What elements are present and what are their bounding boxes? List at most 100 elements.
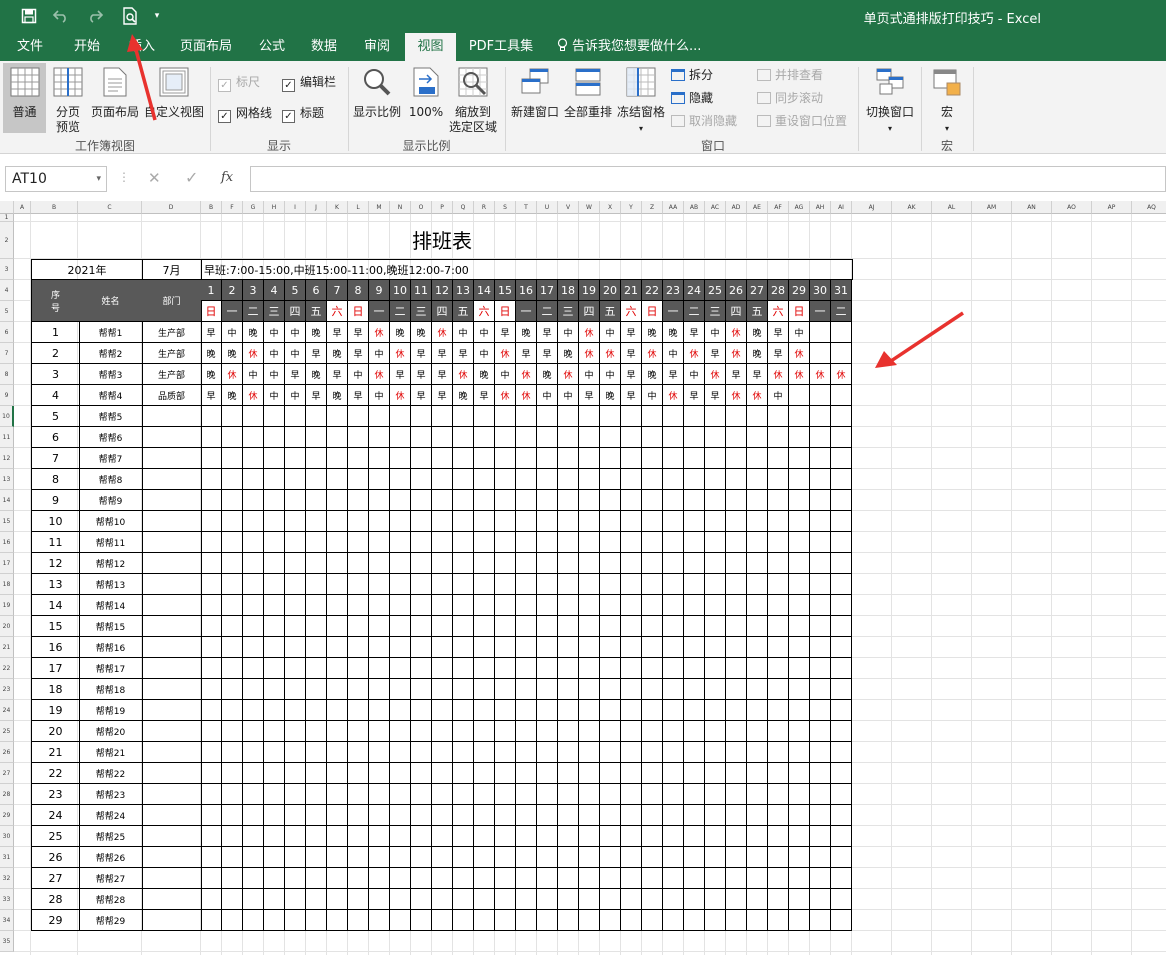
shift-cell[interactable] xyxy=(432,637,453,658)
day-number-header[interactable]: 13 xyxy=(453,280,474,301)
shift-cell[interactable] xyxy=(264,658,285,679)
shift-cell[interactable] xyxy=(684,511,705,532)
shift-cell[interactable] xyxy=(558,448,579,469)
shift-cell[interactable] xyxy=(789,574,810,595)
shift-cell[interactable] xyxy=(285,553,306,574)
shift-cell[interactable] xyxy=(810,742,831,763)
shift-cell[interactable] xyxy=(516,826,537,847)
row-header[interactable]: 1 xyxy=(0,214,14,222)
shift-cell[interactable] xyxy=(789,595,810,616)
day-number-header[interactable]: 11 xyxy=(411,280,432,301)
dept-cell[interactable] xyxy=(142,574,202,595)
shift-cell[interactable] xyxy=(789,406,810,427)
shift-cell[interactable] xyxy=(621,469,642,490)
shift-cell[interactable] xyxy=(663,406,684,427)
day-number-header[interactable]: 26 xyxy=(726,280,747,301)
shift-cell[interactable] xyxy=(621,595,642,616)
shift-cell[interactable]: 早 xyxy=(621,385,642,406)
shift-cell[interactable] xyxy=(810,385,831,406)
shift-cell[interactable]: 早 xyxy=(348,385,369,406)
column-header[interactable]: AA xyxy=(663,201,684,214)
shift-cell[interactable] xyxy=(600,574,621,595)
name-box[interactable]: AT10 ▾ xyxy=(5,166,107,192)
shift-cell[interactable] xyxy=(516,721,537,742)
shift-cell[interactable] xyxy=(558,910,579,931)
shift-cell[interactable] xyxy=(810,679,831,700)
shift-cell[interactable] xyxy=(369,658,390,679)
name-cell[interactable]: 帮帮5 xyxy=(79,406,143,427)
shift-cell[interactable] xyxy=(222,763,243,784)
shift-cell[interactable] xyxy=(201,595,222,616)
shift-cell[interactable] xyxy=(789,742,810,763)
shift-cell[interactable] xyxy=(831,385,852,406)
weekday-header[interactable]: 一 xyxy=(516,301,537,322)
shift-cell[interactable]: 中 xyxy=(579,364,600,385)
shift-cell[interactable]: 早 xyxy=(201,385,222,406)
shift-cell[interactable] xyxy=(201,490,222,511)
shift-cell[interactable] xyxy=(243,511,264,532)
shift-cell[interactable] xyxy=(621,868,642,889)
row-header[interactable]: 30 xyxy=(0,826,14,847)
shift-cell[interactable] xyxy=(243,448,264,469)
zoom-button[interactable]: 显示比例 xyxy=(352,63,402,133)
shift-cell[interactable]: 早 xyxy=(684,385,705,406)
shift-cell[interactable] xyxy=(726,448,747,469)
shift-cell[interactable] xyxy=(579,469,600,490)
shift-cell[interactable] xyxy=(453,553,474,574)
shift-cell[interactable] xyxy=(558,679,579,700)
shift-cell[interactable] xyxy=(243,763,264,784)
column-header[interactable]: K xyxy=(327,201,348,214)
shift-cell[interactable] xyxy=(663,658,684,679)
shift-cell[interactable] xyxy=(264,532,285,553)
formula-bar-checkbox[interactable]: ✓ 编辑栏 xyxy=(282,73,336,92)
shift-cell[interactable] xyxy=(747,490,768,511)
day-number-header[interactable]: 7 xyxy=(327,280,348,301)
shift-cell[interactable] xyxy=(579,448,600,469)
shift-cell[interactable] xyxy=(201,826,222,847)
column-header[interactable]: B xyxy=(201,201,222,214)
column-header[interactable]: AO xyxy=(1052,201,1092,214)
shift-cell[interactable] xyxy=(663,742,684,763)
shift-cell[interactable] xyxy=(516,448,537,469)
shift-cell[interactable] xyxy=(516,574,537,595)
dept-cell[interactable] xyxy=(142,847,202,868)
shift-cell[interactable] xyxy=(222,805,243,826)
shift-cell[interactable] xyxy=(390,469,411,490)
shift-cell[interactable] xyxy=(327,532,348,553)
shift-cell[interactable] xyxy=(474,469,495,490)
shift-cell[interactable] xyxy=(810,532,831,553)
column-header[interactable]: Z xyxy=(642,201,663,214)
shift-cell[interactable] xyxy=(285,658,306,679)
shift-cell[interactable]: 中 xyxy=(642,385,663,406)
shift-cell[interactable] xyxy=(768,847,789,868)
shift-cell[interactable] xyxy=(537,406,558,427)
shift-cell[interactable]: 早 xyxy=(201,322,222,343)
shift-cell[interactable] xyxy=(327,595,348,616)
column-header[interactable]: AE xyxy=(747,201,768,214)
weekday-header[interactable]: 一 xyxy=(810,301,831,322)
shift-cell[interactable] xyxy=(201,553,222,574)
shift-cell[interactable] xyxy=(264,868,285,889)
shift-cell[interactable] xyxy=(663,826,684,847)
shift-cell[interactable] xyxy=(243,721,264,742)
shift-cell[interactable] xyxy=(264,406,285,427)
shift-cell[interactable] xyxy=(621,910,642,931)
shift-cell[interactable] xyxy=(705,448,726,469)
day-number-header[interactable]: 23 xyxy=(663,280,684,301)
shift-cell[interactable] xyxy=(831,826,852,847)
shift-cell[interactable] xyxy=(264,679,285,700)
shift-cell[interactable] xyxy=(306,784,327,805)
shift-cell[interactable] xyxy=(285,784,306,805)
dept-cell[interactable] xyxy=(142,469,202,490)
shift-cell[interactable] xyxy=(285,721,306,742)
shift-cell[interactable] xyxy=(726,595,747,616)
shift-cell[interactable] xyxy=(453,721,474,742)
shift-cell[interactable] xyxy=(831,343,852,364)
shift-cell[interactable] xyxy=(663,805,684,826)
shift-cell[interactable] xyxy=(348,574,369,595)
shift-cell[interactable] xyxy=(474,658,495,679)
shift-cell[interactable] xyxy=(390,889,411,910)
shift-cell[interactable] xyxy=(537,658,558,679)
dept-header[interactable]: 部门 xyxy=(142,280,202,322)
shift-cell[interactable] xyxy=(243,637,264,658)
